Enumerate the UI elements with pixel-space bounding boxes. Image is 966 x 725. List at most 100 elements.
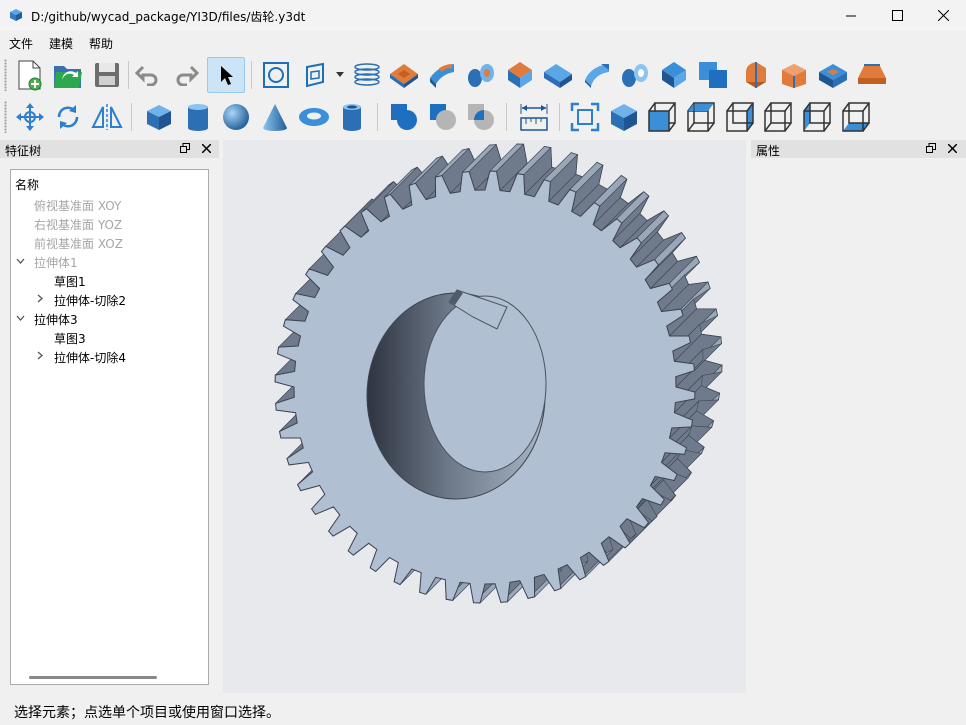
back-view-icon — [764, 102, 792, 132]
feature-chamfer-button[interactable] — [776, 57, 812, 93]
float-button[interactable] — [924, 141, 938, 155]
menu-modeling[interactable]: 建模 — [49, 35, 73, 52]
loft-button[interactable] — [502, 57, 538, 93]
tree-item-right-plane[interactable]: 右视基准面 YOZ — [34, 216, 122, 233]
feature-fillet-icon — [746, 62, 766, 88]
cylinder-icon — [188, 104, 208, 131]
torus-button[interactable] — [296, 99, 332, 135]
tree-item-sketch3[interactable]: 草图3 — [54, 330, 86, 347]
feature-fillet-button[interactable] — [738, 57, 774, 93]
toolbar-separator — [377, 103, 378, 131]
sketch-plane-icon — [306, 62, 324, 88]
feature-tree[interactable]: 名称 俯视基准面 XOY 右视基准面 YOZ 前视基准面 XOZ 拉伸体1 草图… — [10, 169, 209, 685]
close-icon — [201, 143, 211, 153]
top-view-button[interactable] — [683, 99, 719, 135]
collapsed-arrow-icon[interactable] — [37, 294, 43, 306]
close-icon — [937, 10, 949, 21]
toolbar-grip[interactable] — [4, 59, 7, 91]
box-button[interactable] — [141, 99, 177, 135]
left-view-button[interactable] — [799, 99, 835, 135]
boolean-intersect-button[interactable] — [463, 99, 499, 135]
toolbar-modeling — [0, 97, 966, 137]
select-button[interactable] — [207, 57, 245, 93]
boolean-button[interactable] — [695, 57, 731, 93]
toolbar-grip[interactable] — [4, 101, 7, 133]
fit-all-icon — [570, 102, 600, 132]
draft-button[interactable] — [656, 57, 692, 93]
sketch-circle-icon — [263, 62, 289, 88]
bottom-view-button[interactable] — [838, 99, 874, 135]
cylinder-button[interactable] — [180, 99, 216, 135]
gear-model[interactable] — [223, 140, 746, 693]
float-button[interactable] — [178, 141, 192, 155]
save-button[interactable] — [89, 57, 125, 93]
expand-arrow-icon[interactable] — [16, 256, 25, 267]
front-view-button[interactable] — [644, 99, 680, 135]
close-button[interactable] — [920, 0, 966, 31]
extrude-button[interactable] — [386, 57, 422, 93]
boolean-union-icon — [391, 104, 417, 130]
redo-button[interactable] — [168, 57, 204, 93]
minimize-button[interactable] — [828, 0, 874, 31]
sketch-plane-button[interactable] — [296, 57, 332, 93]
measure-button[interactable] — [516, 99, 552, 135]
sweep-button[interactable] — [463, 57, 499, 93]
maximize-button[interactable] — [874, 0, 920, 31]
right-view-button[interactable] — [722, 99, 758, 135]
shell-button[interactable] — [617, 57, 653, 93]
helix-icon — [354, 63, 380, 86]
float-icon — [926, 143, 936, 153]
menu-file[interactable]: 文件 — [9, 35, 33, 52]
sphere-button[interactable] — [218, 99, 254, 135]
rib-button[interactable] — [854, 57, 890, 93]
pocket-button[interactable] — [815, 57, 851, 93]
pocket-icon — [819, 64, 847, 88]
horizontal-scrollbar[interactable] — [29, 676, 157, 679]
menu-help[interactable]: 帮助 — [89, 35, 113, 52]
tree-item-extrude1[interactable]: 拉伸体1 — [34, 254, 78, 271]
window-title: D:/github/wycad_package/YI3D/files/齿轮.y3… — [31, 10, 306, 24]
fit-all-button[interactable] — [567, 99, 603, 135]
iso-view-button[interactable] — [606, 99, 642, 135]
toolbar-separator — [131, 103, 132, 131]
sketch-circle-button[interactable] — [258, 57, 294, 93]
back-view-button[interactable] — [760, 99, 796, 135]
tree-item-extrude-cut2[interactable]: 拉伸体-切除2 — [54, 292, 126, 309]
fillet-button[interactable] — [540, 57, 576, 93]
undo-button[interactable] — [130, 57, 166, 93]
tree-item-front-plane[interactable]: 前视基准面 XOZ — [34, 235, 123, 252]
cone-button[interactable] — [257, 99, 293, 135]
tube-icon — [343, 104, 361, 131]
3d-viewport[interactable] — [223, 140, 746, 693]
shell-icon — [622, 64, 648, 87]
mirror-button[interactable] — [89, 99, 125, 135]
rotate-button[interactable] — [50, 99, 86, 135]
tree-item-sketch1[interactable]: 草图1 — [54, 273, 86, 290]
front-view-icon — [648, 102, 676, 132]
feature-chamfer-icon — [782, 64, 806, 88]
sweep-icon — [468, 64, 494, 87]
toolbar-separator — [128, 61, 129, 89]
new-button[interactable] — [12, 57, 48, 93]
cone-icon — [263, 104, 287, 131]
move-button[interactable] — [12, 99, 48, 135]
boolean-intersect-icon — [468, 104, 494, 130]
chamfer-button[interactable] — [579, 57, 615, 93]
close-button[interactable] — [199, 141, 213, 155]
minimize-icon — [846, 15, 856, 16]
helix-button[interactable] — [349, 57, 385, 93]
menu-bar: 文件 建模 帮助 — [0, 31, 966, 53]
close-button[interactable] — [945, 141, 959, 155]
tree-item-extrude-cut4[interactable]: 拉伸体-切除4 — [54, 349, 126, 366]
boolean-union-button[interactable] — [386, 99, 422, 135]
revolve-button[interactable] — [424, 57, 460, 93]
tube-button[interactable] — [334, 99, 370, 135]
collapsed-arrow-icon[interactable] — [37, 351, 43, 363]
open-button[interactable] — [50, 57, 86, 93]
expand-arrow-icon[interactable] — [16, 313, 25, 324]
tree-item-extrude3[interactable]: 拉伸体3 — [34, 311, 78, 328]
boolean-cut-button[interactable] — [425, 99, 461, 135]
tree-item-top-plane[interactable]: 俯视基准面 XOY — [34, 197, 121, 214]
toolbar-main — [0, 55, 966, 95]
sketch-dropdown-button[interactable] — [333, 57, 347, 93]
